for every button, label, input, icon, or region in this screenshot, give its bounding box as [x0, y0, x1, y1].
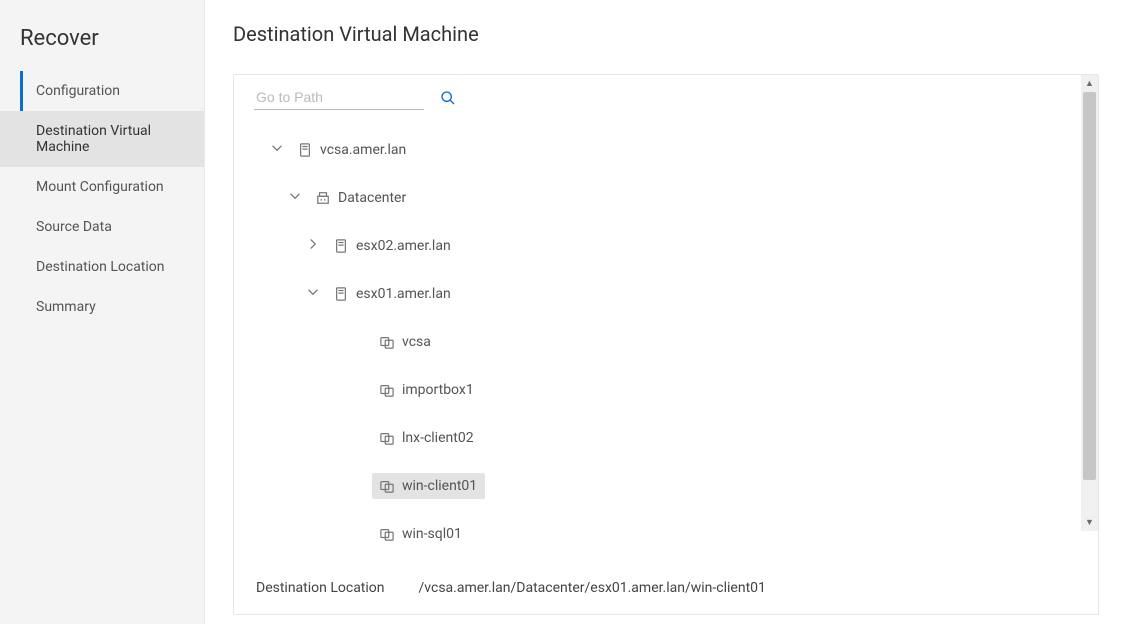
- sidebar-item-label: Destination Location: [36, 259, 165, 275]
- tree-node-label: win-client01: [402, 478, 477, 494]
- sidebar-item-label: Destination Virtual Machine: [36, 123, 151, 155]
- scrollbar-track[interactable]: [1081, 92, 1098, 514]
- tree-node-label: Datacenter: [338, 190, 406, 206]
- sidebar-item-label: Configuration: [36, 83, 120, 99]
- scrollbar-thumb[interactable]: [1083, 92, 1096, 480]
- tree-node-vcenter[interactable]: vcsa.amer.lan: [254, 126, 1078, 174]
- vm-tree-panel: vcsa.amer.lan: [233, 74, 1099, 615]
- panel-body: vcsa.amer.lan: [234, 75, 1098, 568]
- tree-node-vm[interactable]: importbox1: [254, 366, 1078, 414]
- vm-icon: [380, 383, 394, 397]
- tree-node-vm-selected[interactable]: win-client01: [254, 462, 1078, 510]
- vm-tree: vcsa.amer.lan: [254, 120, 1078, 558]
- tree-node-vm[interactable]: win-sql01: [254, 510, 1078, 558]
- search-row: [254, 85, 1078, 120]
- main: Destination Virtual Machine: [205, 0, 1127, 624]
- scrollbar[interactable]: ▲ ▼: [1081, 75, 1098, 531]
- vm-icon: [380, 335, 394, 349]
- sidebar-title: Recover: [0, 20, 204, 71]
- tree-node-host-esx02[interactable]: esx02.amer.lan: [254, 222, 1078, 270]
- scrollbar-down-icon[interactable]: ▼: [1081, 514, 1098, 531]
- sidebar-item-configuration[interactable]: Configuration: [0, 71, 204, 111]
- tree-node-datacenter[interactable]: Datacenter: [254, 174, 1078, 222]
- chevron-down-icon[interactable]: [300, 286, 326, 302]
- chevron-right-icon[interactable]: [300, 238, 326, 254]
- vm-icon: [380, 431, 394, 445]
- chevron-down-icon[interactable]: [264, 142, 290, 158]
- tree-node-label: importbox1: [402, 382, 474, 398]
- page-title: Destination Virtual Machine: [233, 22, 1099, 46]
- host-icon: [334, 287, 348, 301]
- sidebar-item-destination-vm[interactable]: Destination Virtual Machine: [0, 111, 204, 167]
- destination-location-label: Destination Location: [256, 580, 385, 596]
- sidebar-item-label: Summary: [36, 299, 96, 315]
- tree-node-label: vcsa: [402, 334, 431, 350]
- sidebar-item-label: Mount Configuration: [36, 179, 164, 195]
- tree-node-label: win-sql01: [402, 526, 462, 542]
- tree-node-vm[interactable]: lnx-client02: [254, 414, 1078, 462]
- tree-node-label: esx02.amer.lan: [356, 238, 451, 254]
- server-icon: [298, 143, 312, 157]
- sidebar-item-source-data[interactable]: Source Data: [0, 207, 204, 247]
- tree-node-label: vcsa.amer.lan: [320, 142, 406, 158]
- chevron-down-icon[interactable]: [282, 190, 308, 206]
- sidebar: Recover Configuration Destination Virtua…: [0, 0, 205, 624]
- sidebar-item-mount-config[interactable]: Mount Configuration: [0, 167, 204, 207]
- datacenter-icon: [316, 191, 330, 205]
- sidebar-item-destination-location[interactable]: Destination Location: [0, 247, 204, 287]
- vm-icon: [380, 479, 394, 493]
- destination-location-path: /vcsa.amer.lan/Datacenter/esx01.amer.lan…: [419, 580, 766, 596]
- go-to-path-input[interactable]: [254, 85, 424, 110]
- vm-icon: [380, 527, 394, 541]
- tree-node-vm[interactable]: vcsa: [254, 318, 1078, 366]
- sidebar-item-label: Source Data: [36, 219, 112, 235]
- tree-node-label: lnx-client02: [402, 430, 474, 446]
- sidebar-nav: Configuration Destination Virtual Machin…: [0, 71, 204, 327]
- host-icon: [334, 239, 348, 253]
- tree-node-host-esx01[interactable]: esx01.amer.lan: [254, 270, 1078, 318]
- destination-location-row: Destination Location /vcsa.amer.lan/Data…: [234, 568, 1098, 614]
- search-icon[interactable]: [440, 90, 456, 106]
- tree-node-label: esx01.amer.lan: [356, 286, 451, 302]
- sidebar-item-summary[interactable]: Summary: [0, 287, 204, 327]
- scrollbar-up-icon[interactable]: ▲: [1081, 75, 1098, 92]
